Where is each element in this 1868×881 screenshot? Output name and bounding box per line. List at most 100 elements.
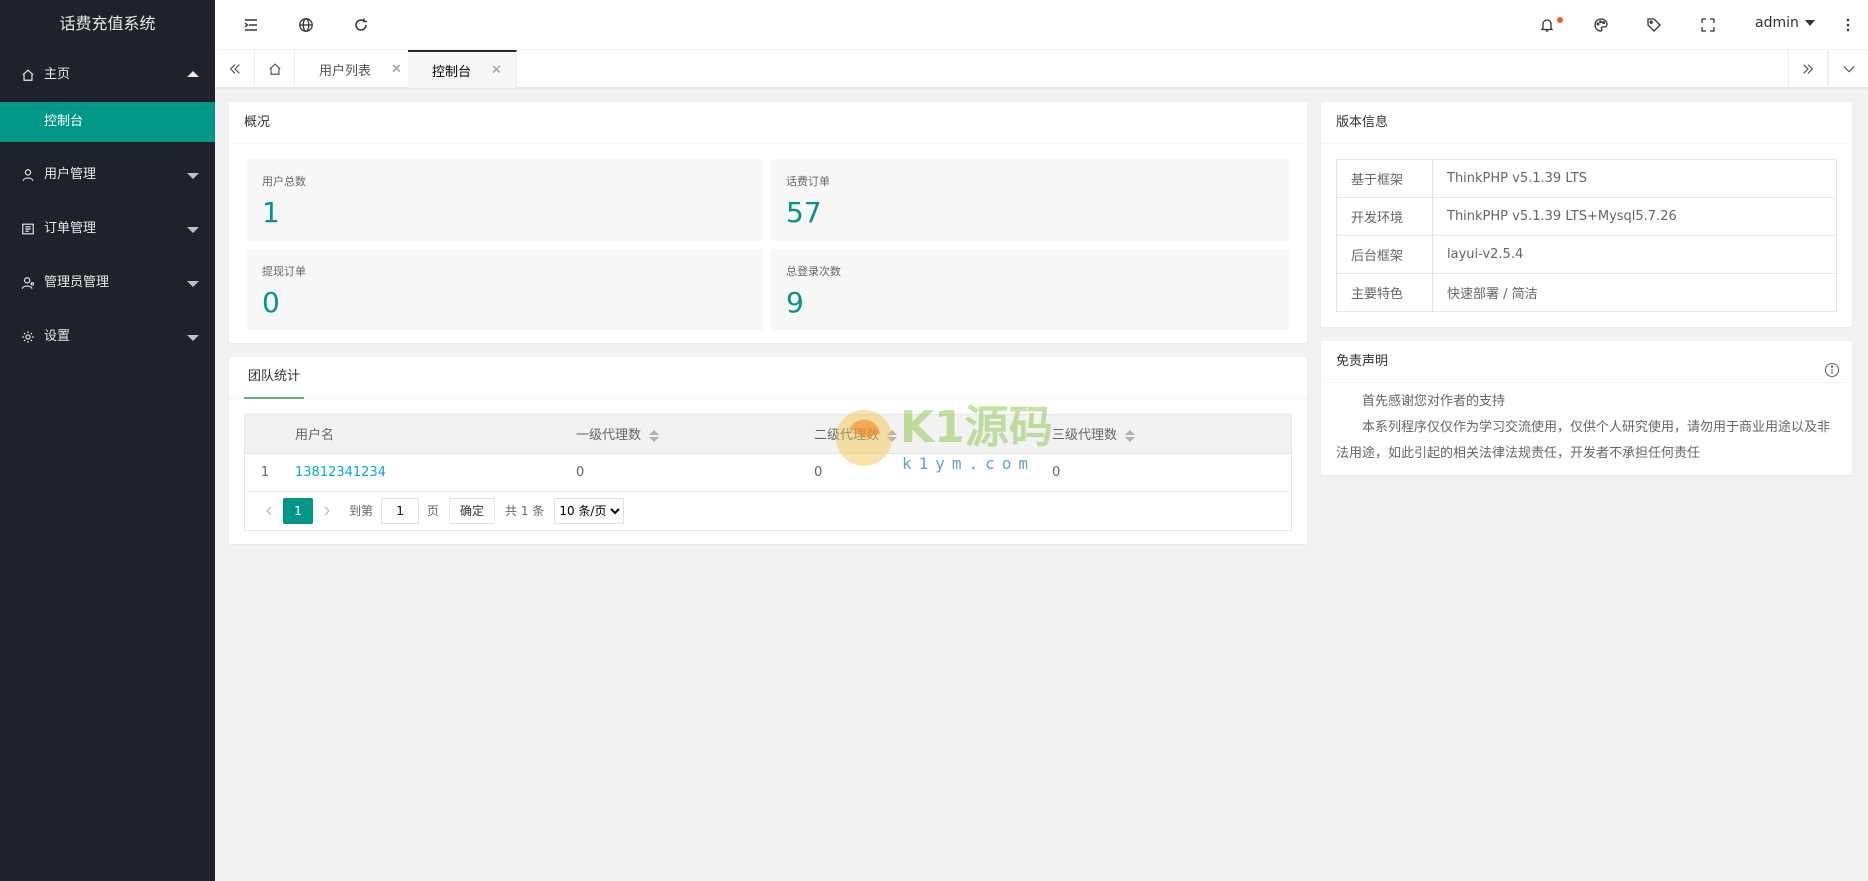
list-icon: [20, 221, 36, 237]
disclaimer-card: 免责声明 首先感谢您对作者的支持 本系列程序仅仅作为学习交流使用，仅供个人研究使…: [1321, 341, 1852, 475]
page-number-current[interactable]: 1: [283, 497, 313, 524]
column-header-level1[interactable]: 一级代理数: [576, 415, 814, 454]
tab-user-list[interactable]: 用户列表 ✕: [295, 50, 417, 88]
chevron-down-icon: [187, 227, 199, 233]
overview-title: 概况: [229, 102, 1307, 144]
username-link[interactable]: 13812341234: [295, 465, 386, 480]
column-header-level2[interactable]: 二级代理数: [814, 415, 1052, 454]
team-table: 用户名 一级代理数 二级代理数 三级代理数 1 13812341234 0 0 …: [245, 415, 1291, 492]
team-stats-card: 团队统计 用户名 一级代理数 二级代理数 三级代理数 1 13812341234…: [229, 357, 1307, 544]
level3-cell: 0: [1052, 453, 1291, 492]
sidebar-item-orders[interactable]: 订单管理: [0, 202, 215, 256]
version-value: 快速部署 / 简洁: [1432, 273, 1837, 312]
tab-label: 用户列表: [319, 63, 372, 79]
disclaimer-line: 本系列程序仅仅作为学习交流使用，仅供个人研究使用，请勿用于商业用途以及非法用途，…: [1336, 420, 1831, 461]
tab-home-icon[interactable]: [255, 50, 295, 88]
team-table-wrap: 用户名 一级代理数 二级代理数 三级代理数 1 13812341234 0 0 …: [244, 414, 1292, 531]
disclaimer-header: 免责声明: [1321, 341, 1852, 383]
table-header-row: 用户名 一级代理数 二级代理数 三级代理数: [245, 415, 1291, 454]
tabs-scroll-right-icon[interactable]: [1788, 50, 1828, 88]
username-label: admin: [1755, 15, 1799, 31]
chevron-down-icon: [187, 335, 199, 341]
sidebar-item-label: 设置: [44, 329, 71, 344]
bell-icon[interactable]: [1537, 15, 1563, 35]
level1-cell: 0: [576, 453, 814, 492]
version-title: 版本信息: [1321, 102, 1852, 144]
sidebar-item-label: 管理员管理: [44, 275, 110, 290]
refresh-icon[interactable]: [351, 15, 371, 35]
version-key: 后台框架: [1336, 235, 1433, 274]
version-table-wrap: 基于框架 ThinkPHP v5.1.39 LTS 开发环境 ThinkPHP v5…: [1321, 144, 1852, 312]
version-key: 开发环境: [1336, 197, 1433, 236]
version-key: 基于框架: [1336, 159, 1433, 198]
gear-icon: [20, 329, 36, 345]
sidebar-item-admins[interactable]: 管理员管理: [0, 256, 215, 310]
tab-label: 控制台: [432, 64, 472, 80]
app-logo-title[interactable]: 话费充值系统: [0, 0, 215, 48]
prev-page-icon[interactable]: [255, 498, 283, 524]
tab-team-stats[interactable]: 团队统计: [244, 357, 305, 399]
page-tabs-bar: 用户列表 ✕ 控制台 ✕: [215, 50, 1868, 88]
stat-withdraw-orders[interactable]: 提现订单 0: [247, 249, 763, 331]
stat-login-count[interactable]: 总登录次数 9: [771, 249, 1289, 331]
menu-fold-icon[interactable]: [241, 15, 261, 35]
row-index: 1: [245, 453, 285, 492]
version-card: 版本信息 基于框架 ThinkPHP v5.1.39 LTS 开发环境 ThinkP…: [1321, 102, 1852, 327]
sidebar-item-label: 主页: [44, 67, 71, 82]
total-count: 共 1 条: [505, 504, 545, 518]
tabs-actions-chevron-down-icon[interactable]: [1828, 50, 1868, 88]
disclaimer-title: 免责声明: [1336, 354, 1389, 369]
disclaimer-line: 首先感谢您对作者的支持: [1362, 394, 1506, 409]
table-row: 基于框架 ThinkPHP v5.1.39 LTS: [1336, 159, 1837, 198]
sidebar-item-home[interactable]: 主页: [0, 48, 215, 102]
stat-label: 提现订单: [262, 265, 306, 278]
overview-card: 概况 用户总数 1 话费订单 57 提现订单 0 总登录次数 9: [229, 102, 1307, 343]
stat-phone-orders[interactable]: 话费订单 57: [771, 159, 1289, 241]
version-value: ThinkPHP v5.1.39 LTS: [1432, 159, 1837, 198]
sidebar-item-users[interactable]: 用户管理: [0, 148, 215, 202]
page-size-select[interactable]: 10 条/页: [554, 497, 625, 524]
next-page-icon[interactable]: [313, 498, 341, 524]
stat-value: 1: [262, 196, 280, 229]
sort-icon[interactable]: [1125, 429, 1136, 442]
user-menu[interactable]: admin: [1755, 15, 1815, 31]
page-unit-label: 页: [427, 504, 440, 518]
confirm-button[interactable]: 确定: [449, 497, 496, 524]
stat-label: 用户总数: [262, 175, 306, 188]
sidebar-item-settings[interactable]: 设置: [0, 310, 215, 364]
tag-icon[interactable]: [1644, 15, 1664, 35]
more-icon[interactable]: [1838, 15, 1858, 35]
sort-icon[interactable]: [887, 429, 898, 442]
globe-icon[interactable]: [296, 15, 316, 35]
top-header: admin: [215, 0, 1868, 50]
sidebar-item-label: 订单管理: [44, 221, 97, 236]
theme-icon[interactable]: [1591, 15, 1611, 35]
user-icon: [20, 167, 36, 183]
pagination: 1 到第 页 确定 共 1 条 10 条/页: [245, 492, 1291, 530]
sort-icon[interactable]: [649, 429, 660, 442]
stat-label: 话费订单: [786, 175, 830, 188]
close-icon[interactable]: ✕: [391, 62, 402, 77]
table-row: 后台框架 layui-v2.5.4: [1336, 235, 1837, 274]
tab-console[interactable]: 控制台 ✕: [408, 50, 517, 88]
stat-value: 57: [786, 196, 822, 229]
stat-total-users[interactable]: 用户总数 1: [247, 159, 763, 241]
close-icon[interactable]: ✕: [491, 63, 502, 78]
version-table: 基于框架 ThinkPHP v5.1.39 LTS 开发环境 ThinkPHP v5…: [1336, 159, 1837, 312]
sidebar: 话费充值系统 主页 控制台 用户管理 订单管理 管理员管理 设置: [0, 0, 215, 881]
column-header-level3[interactable]: 三级代理数: [1052, 415, 1291, 454]
sidebar-subitem-console[interactable]: 控制台: [0, 102, 215, 142]
chevron-down-icon: [187, 173, 199, 179]
fullscreen-icon[interactable]: [1698, 15, 1718, 35]
tabs-scroll-left-icon[interactable]: [215, 50, 255, 88]
username-cell: 13812341234: [285, 453, 576, 492]
level2-cell: 0: [814, 453, 1052, 492]
index-header: [245, 415, 285, 454]
page-jump-input[interactable]: [381, 497, 420, 524]
info-icon[interactable]: [1824, 354, 1840, 396]
home-icon: [20, 67, 36, 83]
nav-group-home: 主页 控制台: [0, 48, 215, 142]
stat-value: 0: [262, 286, 280, 319]
column-header-username[interactable]: 用户名: [285, 415, 576, 454]
sidebar-item-label: 用户管理: [44, 167, 97, 182]
